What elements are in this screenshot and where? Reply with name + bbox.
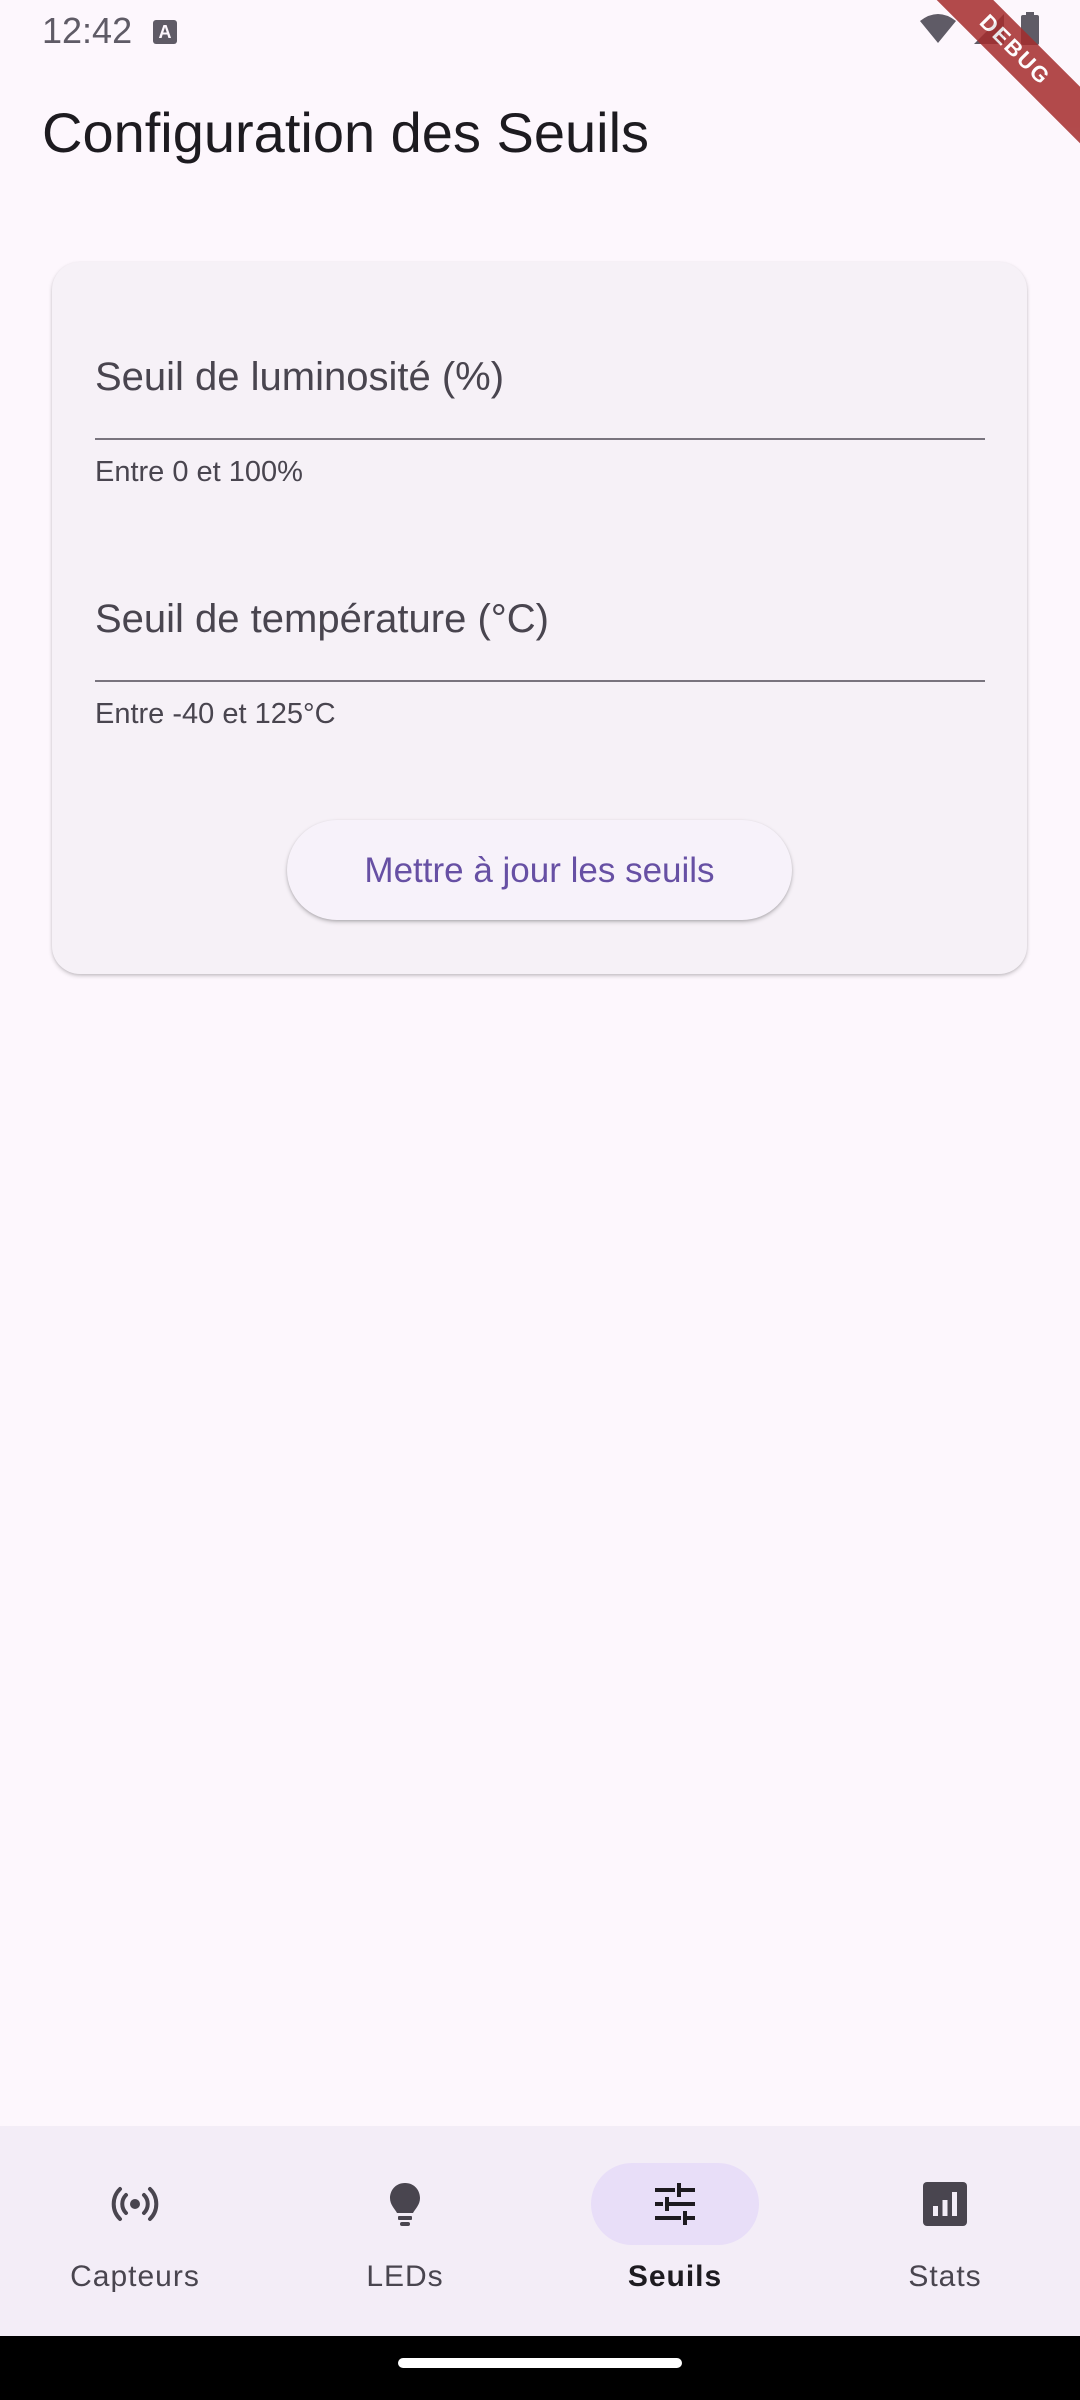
temperature-threshold-field[interactable]: Seuil de température (°C) Entre -40 et 1… [95,584,985,731]
bottom-navigation: Capteurs LEDs Seuils Stats [0,2126,1080,2336]
system-navigation-bar [0,2336,1080,2400]
nav-item-capteurs[interactable]: Capteurs [0,2126,270,2336]
update-thresholds-button[interactable]: Mettre à jour les seuils [287,820,792,920]
a-icon: A [153,20,177,44]
page-title: Configuration des Seuils [42,101,650,164]
nav-label-capteurs: Capteurs [70,2260,200,2293]
stats-icon [923,2182,967,2226]
luminosity-threshold-input[interactable]: Seuil de luminosité (%) [95,342,985,440]
home-handle[interactable] [398,2358,682,2368]
threshold-form-card: Seuil de luminosité (%) Entre 0 et 100% … [52,262,1027,974]
wifi-icon [920,14,956,43]
temperature-threshold-input[interactable]: Seuil de température (°C) [95,584,985,682]
luminosity-threshold-field[interactable]: Seuil de luminosité (%) Entre 0 et 100% [95,342,985,489]
lightbulb-icon [390,2183,420,2226]
nav-label-stats: Stats [908,2260,982,2293]
temperature-helper-text: Entre -40 et 125°C [95,698,336,730]
tune-icon [655,2183,695,2225]
nav-item-seuils[interactable]: Seuils [540,2126,810,2336]
status-time: 12:42 [42,10,133,51]
luminosity-helper-text: Entre 0 et 100% [95,456,303,488]
nav-label-seuils: Seuils [627,2260,723,2293]
nav-item-stats[interactable]: Stats [810,2126,1080,2336]
sensors-icon [111,2187,159,2221]
nav-label-leds: LEDs [366,2260,444,2293]
status-bar: 12:42 A [0,0,1080,62]
nav-item-leds[interactable]: LEDs [270,2126,540,2336]
